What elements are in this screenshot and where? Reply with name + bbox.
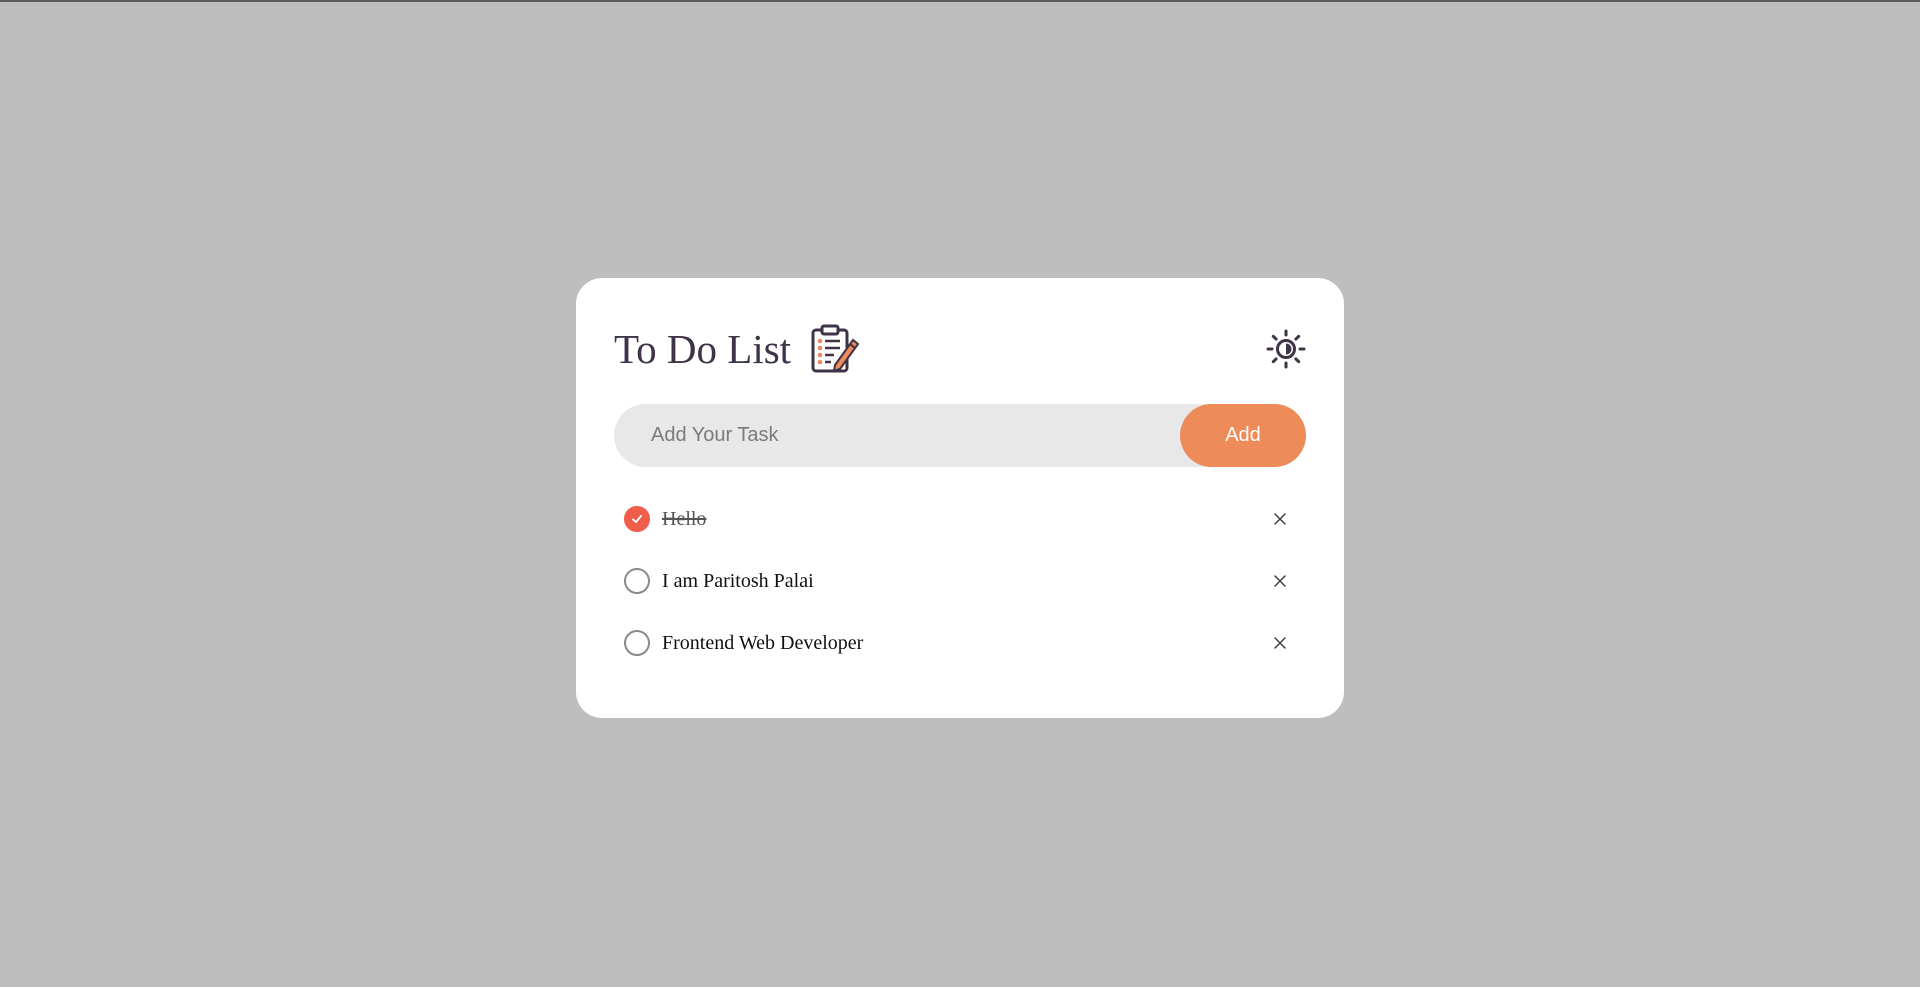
task-input-row: Add xyxy=(614,404,1306,467)
todo-card: To Do List Add Your Task Add Hello I am … xyxy=(576,278,1344,718)
task-list: Hello I am Paritosh Palai Frontend Web D… xyxy=(624,488,1294,674)
task-item[interactable]: Frontend Web Developer xyxy=(624,612,1294,674)
task-item[interactable]: Hello xyxy=(624,488,1294,550)
task-text: Hello xyxy=(662,507,707,530)
close-icon[interactable] xyxy=(1266,629,1294,657)
add-button[interactable]: Add xyxy=(1180,404,1306,467)
unchecked-circle-icon[interactable] xyxy=(624,568,650,594)
task-item[interactable]: I am Paritosh Palai xyxy=(624,550,1294,612)
checked-circle-icon[interactable] xyxy=(624,506,650,532)
task-text: Frontend Web Developer xyxy=(662,631,864,654)
close-icon[interactable] xyxy=(1266,505,1294,533)
header: To Do List xyxy=(614,322,1306,376)
sun-icon[interactable] xyxy=(1266,329,1306,369)
unchecked-circle-icon[interactable] xyxy=(624,630,650,656)
close-icon[interactable] xyxy=(1266,567,1294,595)
title-group: To Do List xyxy=(614,322,860,376)
task-text: I am Paritosh Palai xyxy=(662,569,814,592)
page-title: To Do List xyxy=(614,326,792,372)
task-input[interactable] xyxy=(614,404,1211,467)
clipboard-pencil-icon xyxy=(809,323,860,375)
